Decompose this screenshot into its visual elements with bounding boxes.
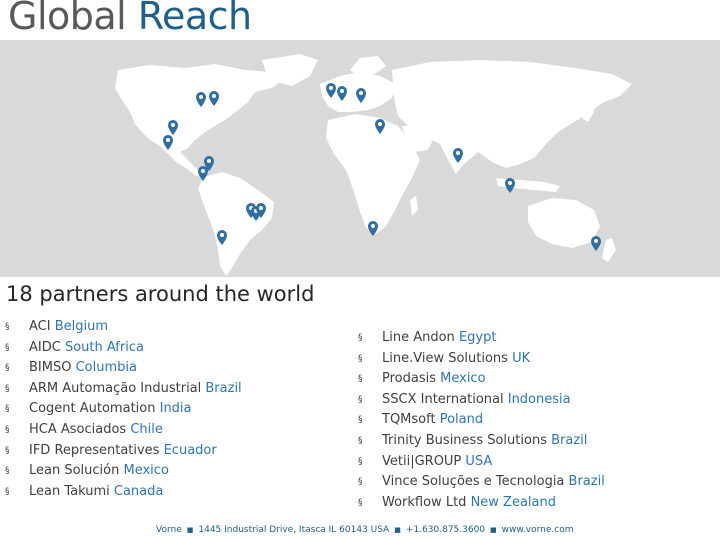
footer-phone: +1.630.875.3600 (405, 525, 486, 535)
partner-name: Vince Soluções e Tecnologia (382, 474, 569, 490)
partner-name: IFD Representatives (29, 442, 164, 458)
bullet-icon: § (5, 383, 10, 394)
asia-landmass (392, 60, 632, 174)
partners-heading: 18 partners around the world (6, 282, 315, 306)
partner-country: Brazil (568, 474, 605, 490)
partner-country: South Africa (64, 339, 144, 355)
australia-landmass (528, 198, 600, 248)
new-zealand-landmass (602, 238, 616, 262)
bullet-icon: § (5, 404, 10, 415)
partner-name: Lean Takumi (29, 483, 114, 499)
bullet-icon: § (358, 456, 363, 467)
bullet-icon: § (358, 497, 363, 508)
partner-country: Ecuador (163, 442, 217, 458)
partner-item: § BIMSO Columbia (5, 358, 242, 379)
partner-name: Trinity Business Solutions (382, 432, 552, 448)
separator-square-icon: ■ (490, 526, 497, 534)
continents (115, 54, 632, 276)
partner-country: Belgium (54, 319, 109, 334)
separator-square-icon: ■ (186, 526, 194, 534)
pin-indonesia (505, 178, 515, 193)
madagascar-landmass (410, 196, 418, 216)
title-accent: Reach (137, 0, 252, 38)
partner-item: § AIDC South Africa (5, 338, 242, 359)
partner-country: New Zealand (470, 494, 556, 510)
partner-country: Brazil (205, 380, 242, 396)
bullet-icon: § (358, 477, 363, 488)
partner-item: § Line.View Solutions UK (358, 349, 605, 370)
partner-name: ARM Automação Industrial (29, 380, 206, 396)
partner-item: § ACI Belgium (5, 317, 242, 338)
partner-country: Canada (113, 483, 164, 499)
partner-name: ACI (29, 319, 55, 334)
bullet-icon: § (5, 322, 10, 332)
partner-country: Indonesia (507, 391, 571, 407)
partner-item: § Trinity Business Solutions Brazil (358, 431, 605, 452)
bullet-icon: § (358, 353, 363, 364)
partner-item: § ARM Automação Industrial Brazil (5, 379, 242, 400)
partner-name: AIDC (29, 339, 65, 355)
bullet-icon: § (5, 486, 10, 497)
partner-item: § Line Andon Egypt (358, 328, 605, 349)
partner-item: § HCA Asociados Chile (5, 420, 242, 441)
footer-company: Vorne (156, 525, 182, 535)
bullet-icon: § (358, 394, 363, 405)
partner-item: § IFD Representatives Ecuador (5, 441, 242, 462)
partner-name: Cogent Automation (29, 401, 160, 417)
bullet-icon: § (358, 415, 363, 426)
partner-name: Prodasis (382, 371, 441, 387)
partner-name: Lean Solución (29, 463, 124, 479)
partner-item: § Cogent Automation India (5, 399, 242, 420)
partner-country: USA (465, 453, 493, 469)
partner-name: TQMsoft (382, 412, 440, 428)
partner-name: Vetii|GROUP (382, 453, 466, 469)
bullet-icon: § (5, 363, 10, 374)
partner-item: § Workflow Ltd New Zealand (358, 493, 605, 514)
bullet-icon: § (358, 333, 363, 343)
partner-country: Poland (439, 412, 484, 428)
partner-country: Chile (130, 421, 163, 437)
partner-name: BIMSO (29, 360, 76, 376)
partner-item: § TQMsoft Poland (358, 410, 605, 431)
bullet-icon: § (5, 342, 10, 353)
footer-address: 1445 Industrial Drive, Itasca IL 60143 U… (198, 525, 390, 535)
partner-country: Mexico (440, 371, 486, 387)
partner-name: Line Andon (382, 330, 459, 345)
partner-country: India (159, 401, 192, 417)
partner-name: Line.View Solutions (382, 350, 513, 366)
partner-item: § SSCX International Indonesia (358, 390, 605, 411)
bullet-icon: § (5, 424, 10, 435)
partner-item: § Vetii|GROUP USA (358, 452, 605, 473)
bullet-icon: § (358, 435, 363, 446)
bullet-icon: § (5, 445, 10, 456)
partner-name: Workflow Ltd (382, 494, 471, 510)
pin-south-africa (368, 221, 378, 236)
partner-name: HCA Asociados (29, 421, 131, 437)
footer: Vorne ■ 1445 Industrial Drive, Itasca IL 6… (156, 525, 574, 535)
partner-country: Brazil (551, 432, 588, 448)
world-map (0, 40, 720, 277)
footer-website-link[interactable]: www.vorne.com (502, 525, 574, 535)
partner-country: Mexico (123, 463, 169, 479)
south-america-landmass (198, 172, 274, 276)
partner-item: § Lean Takumi Canada (5, 482, 242, 503)
title-plain: Global (8, 0, 138, 38)
north-america-landmass (115, 64, 285, 154)
pin-new-zealand (591, 236, 601, 251)
separator-square-icon: ■ (394, 526, 401, 534)
bullet-icon: § (5, 466, 10, 477)
partner-list-right: § Line Andon Egypt § Line.View Solutions U… (358, 328, 605, 513)
bullet-icon: § (358, 374, 363, 385)
partner-item: § Vince Soluções e Tecnologia Brazil (358, 472, 605, 493)
partner-country: Egypt (458, 330, 497, 345)
partner-country: Columbia (75, 360, 137, 376)
partner-country: UK (512, 350, 531, 366)
partner-name: SSCX International (382, 391, 508, 407)
page-title: Global Reach (8, 0, 252, 38)
partner-item: § Lean Solución Mexico (5, 461, 242, 482)
partner-list-left: § ACI Belgium § AIDC South Africa § BIMSO C… (5, 317, 242, 502)
partner-item: § Prodasis Mexico (358, 369, 605, 390)
